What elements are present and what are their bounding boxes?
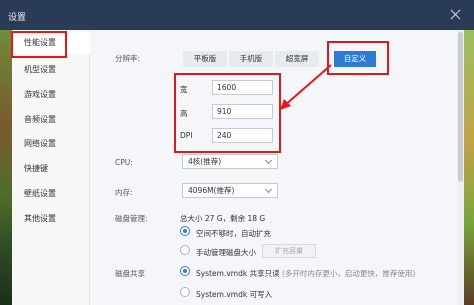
resolution-phone-button[interactable]: 手机版	[229, 51, 273, 67]
sidebar-item-other[interactable]: 其他设置	[12, 208, 90, 230]
disk-auto-radio[interactable]	[180, 226, 190, 236]
disk-summary: 总大小 27 G，剩余 18 G	[180, 214, 266, 223]
width-input[interactable]: 1600	[212, 80, 273, 95]
share-readonly-hint: (多开时内存更小，启动更快，推荐使用)	[281, 269, 416, 278]
memory-select[interactable]: 4096M(推荐)	[182, 183, 278, 198]
title-bar: 设置	[0, 0, 474, 30]
resolution-tablet-button[interactable]: 平板版	[183, 51, 227, 67]
chevron-down-icon	[264, 185, 273, 194]
height-label: 高	[180, 109, 188, 118]
close-icon[interactable]	[450, 9, 461, 20]
background-art-right	[464, 30, 474, 305]
content-scrollbar[interactable]	[457, 30, 464, 305]
sidebar-highlight-box	[11, 31, 67, 58]
memory-value: 4096M(推荐)	[188, 186, 235, 195]
share-readonly-radio[interactable]	[180, 266, 190, 276]
resolution-label: 分辨率:	[115, 54, 141, 63]
height-input[interactable]: 910	[212, 104, 273, 119]
window-title: 设置	[8, 13, 27, 23]
width-label: 宽	[180, 85, 188, 94]
dpi-label: DPI	[180, 131, 193, 140]
disk-auto-label[interactable]: 空间不够时，自动扩充	[196, 228, 271, 239]
pointer-arrow-icon	[280, 64, 332, 110]
cpu-select[interactable]: 4核(推荐)	[182, 154, 278, 169]
cpu-value: 4核(推荐)	[188, 157, 222, 166]
expand-capacity-button[interactable]: 扩充容量	[262, 244, 316, 258]
disk-manual-label[interactable]: 手动管理磁盘大小	[196, 247, 256, 258]
custom-highlight-box	[327, 41, 389, 75]
share-readonly-label[interactable]: System.vmdk 共享只读 (多开时内存更小，启动更快，推荐使用)	[196, 268, 415, 279]
settings-sidebar: 性能设置 机型设置 游戏设置 音频设置 网络设置 快捷键 壁纸设置 其他设置	[12, 30, 90, 305]
sidebar-item-device-model[interactable]: 机型设置	[12, 59, 90, 81]
sidebar-item-network[interactable]: 网络设置	[12, 133, 90, 155]
dpi-input[interactable]: 240	[212, 128, 273, 143]
share-writable-radio[interactable]	[180, 287, 190, 297]
sidebar-item-shortcuts[interactable]: 快捷键	[12, 158, 90, 180]
scrollbar-thumb[interactable]	[458, 32, 463, 182]
chevron-down-icon	[264, 156, 273, 165]
sidebar-item-audio[interactable]: 音频设置	[12, 109, 90, 131]
disk-share-label: 磁盘共享	[115, 269, 145, 278]
sidebar-item-wallpaper[interactable]: 壁纸设置	[12, 183, 90, 205]
memory-label: 内存:	[115, 188, 133, 197]
share-writable-label[interactable]: System.vmdk 可写入	[196, 289, 272, 300]
sidebar-item-game[interactable]: 游戏设置	[12, 84, 90, 106]
background-art-left	[0, 30, 12, 305]
disk-manual-radio[interactable]	[180, 245, 190, 255]
share-readonly-text: System.vmdk 共享只读	[196, 269, 280, 278]
cpu-label: CPU:	[115, 158, 133, 167]
disk-label: 磁盘管理:	[115, 214, 148, 223]
